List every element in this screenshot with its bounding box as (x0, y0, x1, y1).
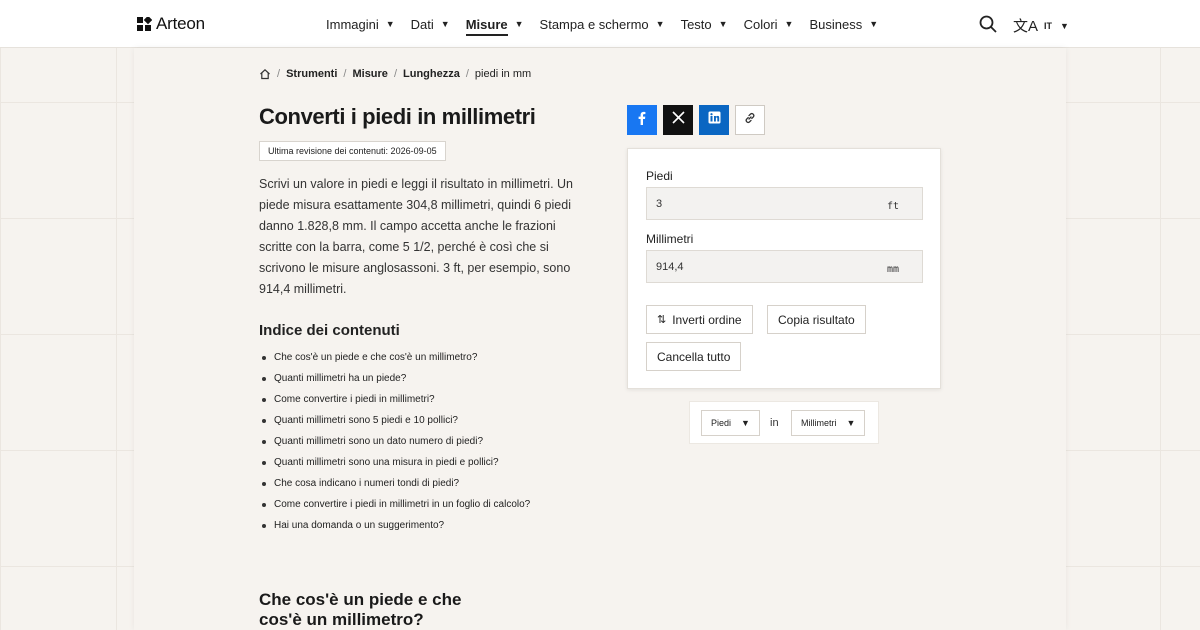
toc-item[interactable]: Quanti millimetri sono 5 piedi e 10 poll… (259, 410, 530, 431)
nav-label: Immagini (326, 16, 379, 32)
breadcrumb-separator: / (465, 68, 469, 80)
swap-order-button[interactable]: ⇅ Inverti ordine (646, 305, 753, 334)
nav-label: Dati (410, 16, 434, 32)
converter-card: Piedi 3 ft Millimetri 914,4 mm ⇅ Inverti… (627, 148, 941, 389)
table-of-contents: Che cos'è un piede e che cos'è un millim… (259, 347, 530, 536)
nav-item-misure[interactable]: Misure ▼ (465, 13, 524, 36)
toc-item[interactable]: Quanti millimetri ha un piede? (259, 368, 530, 389)
chevron-down-icon: ▼ (846, 418, 856, 428)
breadcrumb-separator: / (277, 68, 281, 80)
nav-item-business[interactable]: Business ▼ (809, 17, 878, 32)
toc-item[interactable]: Come convertire i piedi in millimetri? (259, 389, 530, 410)
millimeters-label: Millimetri (646, 232, 694, 246)
link-icon (743, 111, 757, 130)
nav-label: Testo (680, 16, 712, 32)
chevron-down-icon: ▼ (741, 418, 750, 428)
page-title: Converti i piedi in millimetri (259, 104, 536, 129)
toc-item[interactable]: Che cos'è un piede e che cos'è un millim… (259, 347, 530, 368)
language-selector[interactable]: 文A IT ▼ (1013, 15, 1069, 36)
from-unit-select[interactable]: Piedi ▼ (701, 410, 760, 436)
site-header: Arteon Immagini ▼ Dati ▼ Misure ▼ Stampa… (0, 0, 1200, 48)
logo-mark-icon (137, 16, 152, 32)
linkedin-icon (708, 111, 721, 129)
nav-label: Business (809, 16, 863, 32)
breadcrumb-separator: / (393, 68, 397, 80)
nav-label: Misure (465, 17, 508, 36)
feet-value: 3 (656, 198, 663, 210)
share-linkedin-button[interactable] (699, 105, 729, 135)
millimeters-value: 914,4 (656, 261, 684, 273)
chevron-down-icon: ▼ (514, 19, 524, 29)
millimeters-unit: mm (886, 264, 899, 275)
revision-badge: Ultima revisione dei contenuti: 2026-09-… (259, 141, 446, 161)
section-title: Che cos'è un piede e che cos'è un millim… (259, 590, 462, 629)
logo-text: Arteon (156, 14, 205, 33)
chevron-down-icon: ▼ (385, 19, 395, 29)
chevron-down-icon: ▼ (655, 19, 665, 29)
unit-selector-row: Piedi ▼ in Millimetri ▼ (689, 401, 879, 444)
toc-item[interactable]: Come convertire i piedi in millimetri in… (259, 494, 530, 515)
nav-item-stampa[interactable]: Stampa e schermo ▼ (540, 17, 665, 32)
breadcrumb-separator: / (343, 68, 347, 80)
millimeters-input[interactable]: 914,4 mm (646, 250, 923, 283)
nav-item-testo[interactable]: Testo ▼ (681, 17, 728, 32)
breadcrumb-link-misure[interactable]: Misure (352, 68, 387, 80)
to-unit-select[interactable]: Millimetri ▼ (791, 410, 866, 436)
toc-item[interactable]: Quanti millimetri sono una misura in pie… (259, 452, 530, 473)
chevron-down-icon: ▼ (1060, 20, 1069, 31)
copy-link-button[interactable] (735, 105, 765, 135)
translate-icon: 文A (1013, 18, 1039, 35)
share-facebook-button[interactable] (627, 105, 657, 135)
main-nav: Immagini ▼ Dati ▼ Misure ▼ Stampa e sche… (326, 0, 894, 48)
share-x-button[interactable] (663, 105, 693, 135)
chevron-down-icon: ▼ (869, 19, 879, 29)
nav-item-immagini[interactable]: Immagini ▼ (326, 17, 395, 32)
search-icon[interactable] (979, 15, 997, 33)
breadcrumb: / Strumenti / Misure / Lunghezza / piedi… (259, 68, 531, 80)
feet-label: Piedi (646, 169, 673, 183)
feet-unit: ft (886, 201, 899, 212)
swap-icon: ⇅ (657, 314, 667, 326)
from-unit-value: Piedi (711, 418, 732, 428)
chevron-down-icon: ▼ (718, 19, 728, 29)
swap-order-label: Inverti ordine (672, 312, 742, 327)
home-icon[interactable] (259, 68, 271, 80)
to-unit-value: Millimetri (801, 418, 837, 428)
toc-item[interactable]: Quanti millimetri sono un dato numero di… (259, 431, 530, 452)
unit-connector: in (770, 417, 779, 429)
nav-item-colori[interactable]: Colori ▼ (744, 17, 794, 32)
share-buttons (627, 105, 771, 135)
toc-title: Indice dei contenuti (259, 322, 400, 339)
chevron-down-icon: ▼ (440, 19, 450, 29)
intro-paragraph: Scrivi un valore in piedi e leggi il ris… (259, 177, 574, 296)
chevron-down-icon: ▼ (784, 19, 794, 29)
breadcrumb-link-lunghezza[interactable]: Lunghezza (403, 68, 460, 80)
nav-item-dati[interactable]: Dati ▼ (411, 17, 450, 32)
toc-item[interactable]: Che cosa indicano i numeri tondi di pied… (259, 473, 530, 494)
nav-label: Colori (743, 16, 778, 32)
feet-input[interactable]: 3 ft (646, 187, 923, 220)
breadcrumb-link-strumenti[interactable]: Strumenti (286, 68, 337, 80)
breadcrumb-current: piedi in mm (474, 68, 532, 80)
copy-result-button[interactable]: Copia risultato (767, 305, 866, 334)
language-code: IT (1044, 20, 1053, 31)
toc-item[interactable]: Hai una domanda o un suggerimento? (259, 515, 530, 536)
logo[interactable]: Arteon (137, 14, 205, 34)
nav-label: Stampa e schermo (539, 16, 649, 32)
x-icon (671, 111, 685, 129)
clear-all-button[interactable]: Cancella tutto (646, 342, 742, 371)
facebook-icon (635, 111, 649, 130)
